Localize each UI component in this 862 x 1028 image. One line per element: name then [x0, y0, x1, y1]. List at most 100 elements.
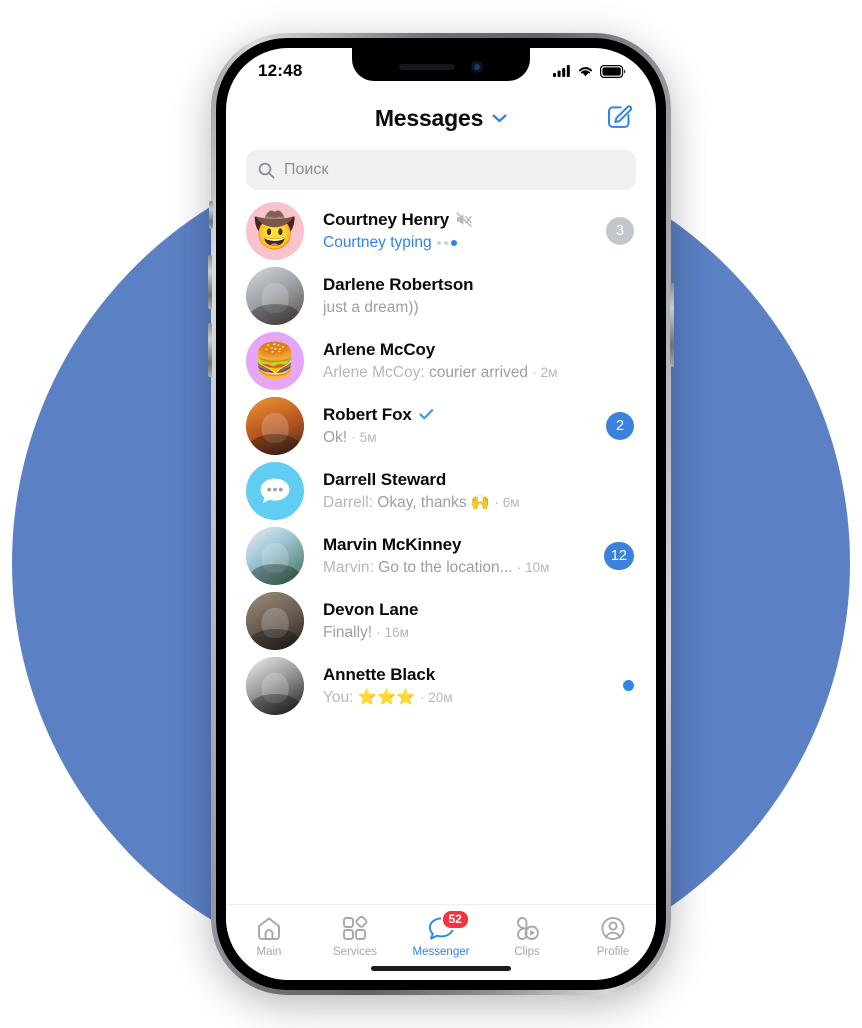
avatar[interactable] [246, 461, 304, 520]
chat-item-status: 12 [592, 541, 634, 570]
tab-messenger[interactable]: 52 Messenger [398, 909, 484, 958]
chat-item-time: · 20м [420, 690, 453, 705]
avatar[interactable]: 🍔 [246, 331, 304, 390]
chat-item-name-text: Darlene Robertson [323, 275, 474, 294]
page-title: Messages [374, 104, 484, 131]
chat-item-preview-text: Ok! [323, 429, 348, 446]
cellular-signal-icon [553, 65, 570, 77]
chat-item-time: · 2м [532, 365, 558, 380]
chat-item-time: · 6м [494, 495, 520, 510]
navigation-bar: Messages [226, 92, 656, 144]
volume-up-button[interactable] [208, 255, 212, 309]
chat-item-text: Annette Black You: ⭐⭐⭐ · 20м [304, 664, 592, 707]
unread-count-badge: 2 [606, 411, 634, 440]
chat-item-text: Darlene Robertson just a dream)) [304, 274, 592, 317]
chat-list-item[interactable]: 🍔 Arlene McCoy Arlene McCoy: courier arriv… [226, 328, 656, 393]
avatar[interactable] [246, 266, 304, 325]
avatar[interactable] [246, 526, 304, 585]
avatar[interactable]: 🤠 [246, 201, 304, 260]
title-dropdown-button[interactable]: Messages [375, 105, 507, 132]
avatar[interactable] [246, 591, 304, 650]
home-icon [256, 915, 282, 941]
chat-item-status [592, 680, 634, 691]
tab-label: Profile [596, 946, 630, 958]
chat-item-name-text: Robert Fox [323, 405, 412, 424]
chat-item-preview: just a dream)) [323, 298, 592, 317]
status-bar-indicators [553, 64, 626, 78]
chat-list-item[interactable]: Darrell Steward Darrell: Okay, thanks 🙌 ·… [226, 458, 656, 523]
typing-indicator-dots [436, 239, 457, 246]
chat-item-preview: You: ⭐⭐⭐ · 20м [323, 688, 592, 707]
verified-check-icon [419, 409, 433, 420]
chat-item-name: Darlene Robertson [323, 274, 592, 295]
chat-item-name: Robert Fox [323, 404, 592, 425]
chat-item-text: Darrell Steward Darrell: Okay, thanks 🙌 ·… [304, 469, 592, 512]
chat-item-preview: Finally! · 16м [323, 623, 592, 642]
chat-item-preview-text: Okay, thanks 🙌 [377, 494, 491, 511]
unread-count-badge: 12 [603, 541, 634, 570]
phone-bezel: 12:48 Messages Поиск 🤠 Courtney Henry Co… [216, 38, 666, 990]
avatar[interactable] [246, 396, 304, 455]
chevron-down-icon [492, 113, 507, 122]
chat-item-preview-text: courier arrived [428, 364, 529, 381]
avatar-emoji: 🤠 [253, 211, 297, 250]
chat-item-text: Devon Lane Finally! · 16м [304, 599, 592, 642]
chat-list-item[interactable]: Annette Black You: ⭐⭐⭐ · 20м [226, 653, 656, 718]
chat-item-status: 2 [592, 411, 634, 440]
chat-item-sender: Marvin: [323, 559, 374, 576]
tab-services[interactable]: Services [312, 915, 398, 958]
chat-item-name-text: Marvin McKinney [323, 535, 462, 554]
chat-list-item[interactable]: Devon Lane Finally! · 16м [226, 588, 656, 653]
chat-item-time: · 10м [516, 560, 550, 575]
tab-main[interactable]: Main [226, 915, 312, 958]
chat-item-time: · 5м [351, 430, 377, 445]
chat-bubble-icon: 52 [428, 909, 470, 941]
wifi-icon [578, 67, 593, 77]
chat-item-sender: You: [323, 689, 354, 706]
chat-item-name-text: Devon Lane [323, 600, 419, 619]
chat-item-time: · 16м [376, 625, 409, 640]
chat-list-item[interactable]: Robert Fox Ok! · 5м 2 [226, 393, 656, 458]
chat-item-name: Annette Black [323, 664, 592, 685]
chat-item-name: Devon Lane [323, 599, 592, 620]
chat-list-item[interactable]: 🤠 Courtney Henry Courtney typing 3 [226, 198, 656, 263]
power-button[interactable] [670, 283, 674, 367]
person-circle-icon [600, 915, 626, 941]
chat-item-preview-text: Finally! [323, 624, 373, 641]
chat-item-text: Robert Fox Ok! · 5м [304, 404, 592, 447]
chat-item-preview-text: ⭐⭐⭐ [357, 689, 416, 706]
tab-label: Messenger [412, 946, 470, 958]
chat-item-text: Arlene McCoy Arlene McCoy: courier arrive… [304, 339, 592, 382]
chat-list-item[interactable]: Marvin McKinney Marvin: Go to the locatio… [226, 523, 656, 588]
search-placeholder: Поиск [284, 161, 329, 178]
volume-down-button[interactable] [208, 323, 212, 377]
chat-list-item[interactable]: Darlene Robertson just a dream)) [226, 263, 656, 328]
page-root: 12:48 Messages Поиск 🤠 Courtney Henry Co… [0, 0, 862, 1028]
search-input[interactable]: Поиск [246, 150, 636, 190]
tab-profile[interactable]: Profile [570, 915, 656, 958]
chat-item-name-text: Darrell Steward [323, 470, 447, 489]
chat-item-preview: Darrell: Okay, thanks 🙌 · 6м [323, 493, 592, 512]
chat-item-text: Marvin McKinney Marvin: Go to the locatio… [304, 534, 592, 577]
chat-item-preview: Marvin: Go to the location... · 10м [323, 558, 592, 577]
avatar[interactable] [246, 656, 304, 715]
grid-icon [342, 915, 368, 941]
silent-switch-button[interactable] [209, 201, 213, 229]
chat-item-preview-text: Go to the location... [378, 559, 513, 576]
status-bar: 12:48 [226, 48, 656, 92]
tab-badge: 52 [440, 909, 470, 930]
chat-item-name: Darrell Steward [323, 469, 592, 490]
compose-message-button[interactable] [607, 102, 634, 134]
chat-item-name-text: Annette Black [323, 665, 436, 684]
compose-icon [608, 105, 633, 128]
home-indicator[interactable] [371, 966, 511, 971]
chat-item-sender: Darrell: [323, 494, 373, 511]
chat-item-name-text: Arlene McCoy [323, 340, 436, 359]
chat-item-preview: Arlene McCoy: courier arrived · 2м [323, 363, 592, 382]
tab-label: Services [332, 946, 378, 958]
tab-label: Main [256, 946, 282, 958]
chat-item-status: 3 [592, 216, 634, 245]
muted-icon [456, 212, 472, 227]
chat-item-preview: Courtney typing [323, 233, 592, 252]
tab-clips[interactable]: Clips [484, 915, 570, 958]
